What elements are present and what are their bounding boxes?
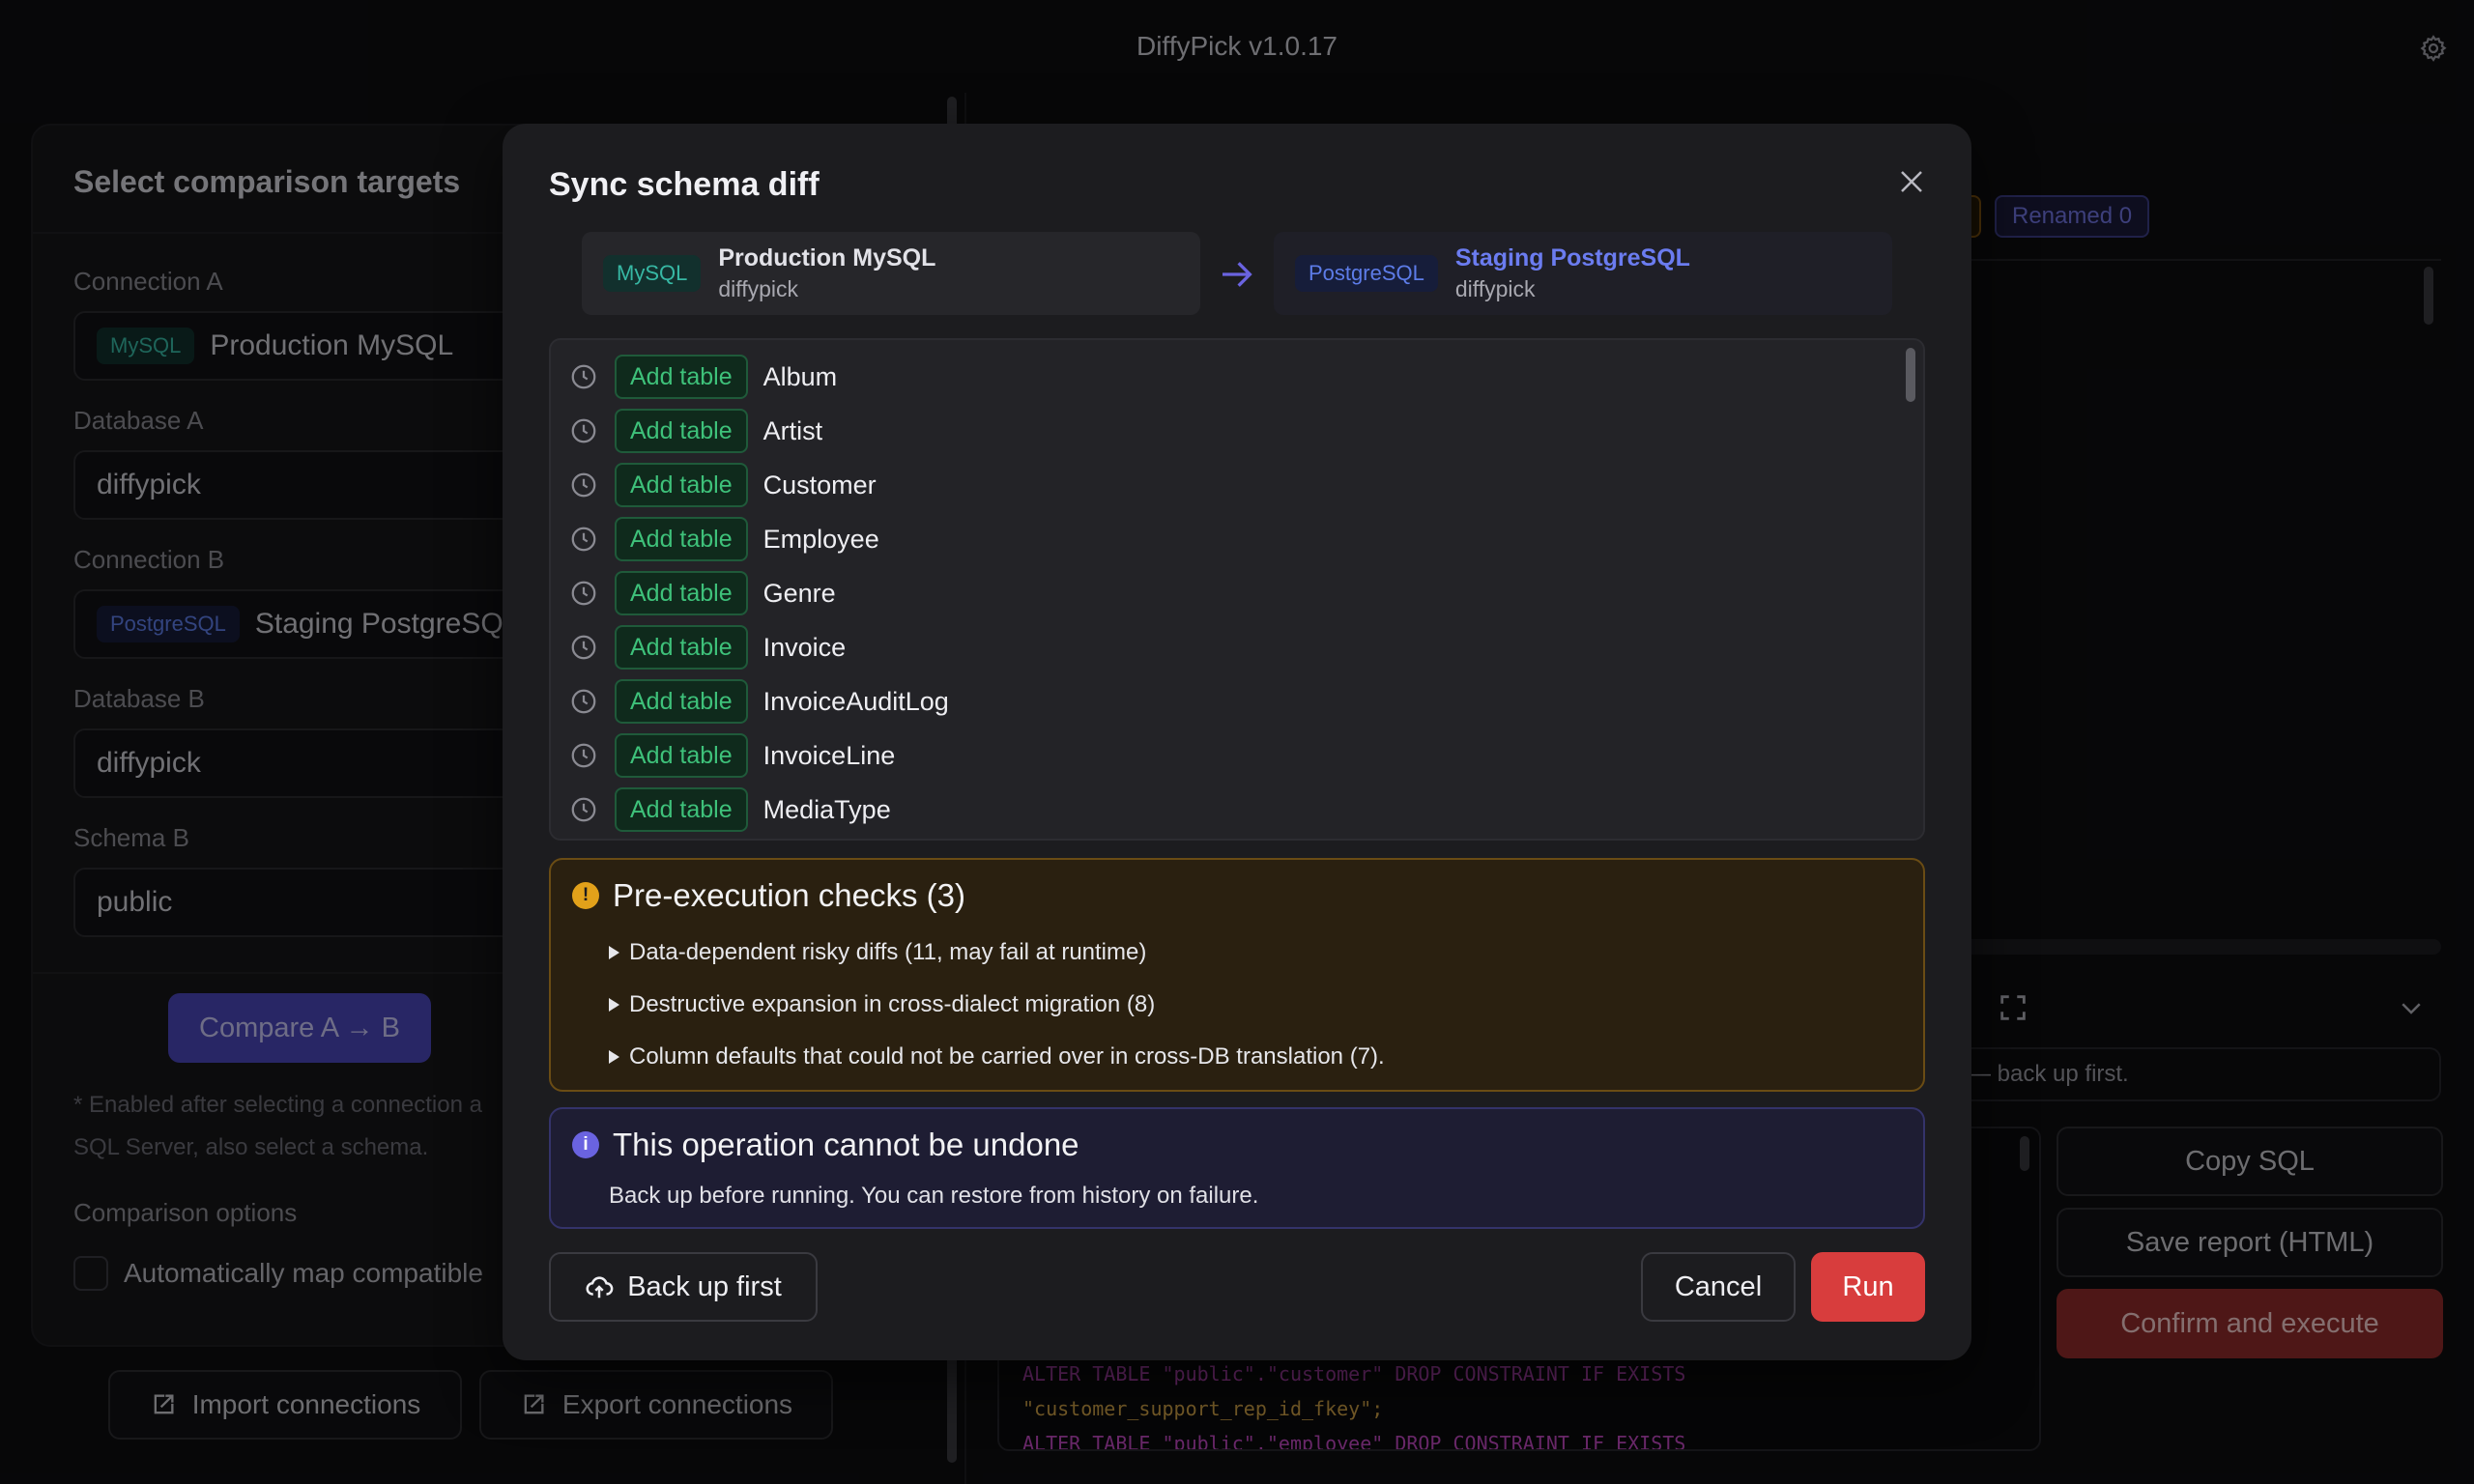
target-connection-card: PostgreSQL Staging PostgreSQL diffypick (1274, 232, 1892, 315)
run-button[interactable]: Run (1811, 1252, 1925, 1322)
info-icon: i (572, 1131, 599, 1158)
close-icon (1901, 171, 1922, 192)
diff-item[interactable]: Add table Artist (568, 406, 822, 456)
action-badge: Add table (615, 733, 748, 778)
action-badge: Add table (615, 517, 748, 561)
target-name: Staging PostgreSQL (1454, 244, 1690, 271)
checks-title: Pre-execution checks (3) (613, 877, 965, 913)
check-item[interactable]: Data-dependent risky diffs (11, may fail… (609, 939, 1146, 966)
warning-icon: ! (572, 882, 599, 909)
disclosure-triangle-icon (609, 998, 619, 1012)
diff-item[interactable]: Add table Invoice (568, 622, 846, 672)
clock-icon (568, 415, 599, 446)
table-name: Album (762, 361, 838, 391)
diff-item[interactable]: Add table InvoiceAuditLog (568, 676, 949, 727)
notice-header: i This operation cannot be undone (572, 1127, 1079, 1163)
checks-header: ! Pre-execution checks (3) (572, 877, 965, 914)
source-name: Production MySQL (718, 244, 936, 271)
action-badge: Add table (615, 679, 748, 724)
mysql-tag: MySQL (603, 255, 702, 292)
arrow-right-icon (1218, 255, 1256, 299)
clock-icon (568, 524, 599, 555)
diff-item[interactable]: Add table Album (568, 352, 837, 402)
check-item-label: Column defaults that could not be carrie… (629, 1043, 1385, 1070)
action-badge: Add table (615, 409, 748, 453)
pre-execution-checks: ! Pre-execution checks (3) Data-dependen… (549, 858, 1925, 1092)
clock-icon (568, 794, 599, 825)
close-button[interactable] (1892, 162, 1931, 201)
clock-icon (568, 470, 599, 500)
action-badge: Add table (615, 787, 748, 832)
source-connection-card: MySQL Production MySQL diffypick (582, 232, 1200, 315)
clock-icon (568, 686, 599, 717)
irreversible-notice: i This operation cannot be undone Back u… (549, 1107, 1925, 1229)
action-badge: Add table (615, 625, 748, 670)
table-name: InvoiceAuditLog (762, 686, 949, 716)
action-badge: Add table (615, 571, 748, 615)
table-name: Artist (762, 415, 823, 445)
clock-icon (568, 632, 599, 663)
diff-item[interactable]: Add table Employee (568, 514, 879, 564)
diff-item[interactable]: Add table Genre (568, 568, 836, 618)
check-item-label: Destructive expansion in cross-dialect m… (629, 991, 1156, 1017)
disclosure-triangle-icon (609, 1050, 619, 1064)
table-name: Employee (762, 524, 879, 554)
check-item[interactable]: Column defaults that could not be carrie… (609, 1043, 1385, 1070)
diff-list[interactable]: Add table Album Add table Artist Add table Cu… (549, 338, 1925, 841)
diff-item[interactable]: Add table MediaType (568, 785, 891, 835)
clock-icon (568, 578, 599, 609)
cloud-upload-icon (586, 1276, 614, 1298)
cancel-button[interactable]: Cancel (1641, 1252, 1796, 1322)
table-name: Invoice (762, 632, 847, 662)
action-badge: Add table (615, 463, 748, 507)
target-db: diffypick (1454, 276, 1536, 301)
source-db: diffypick (718, 276, 799, 301)
table-name: Genre (762, 578, 836, 608)
check-item-label: Data-dependent risky diffs (11, may fail… (629, 939, 1147, 965)
table-name: MediaType (762, 794, 891, 824)
postgresql-tag: PostgreSQL (1295, 255, 1438, 292)
clock-icon (568, 740, 599, 771)
action-badge: Add table (615, 355, 748, 399)
table-name: Customer (762, 470, 877, 499)
backup-first-button[interactable]: Back up first (549, 1252, 818, 1322)
diff-item[interactable]: Add table Customer (568, 460, 877, 510)
diff-item[interactable]: Add table InvoiceLine (568, 730, 895, 781)
check-item[interactable]: Destructive expansion in cross-dialect m… (609, 991, 1155, 1018)
dialog-title: Sync schema diff (549, 166, 820, 203)
disclosure-triangle-icon (609, 946, 619, 959)
table-name: InvoiceLine (762, 740, 896, 770)
sync-schema-dialog: Sync schema diff MySQL Production MySQL … (503, 124, 1971, 1360)
diff-list-scrollbar[interactable] (1906, 348, 1915, 402)
notice-text: Back up before running. You can restore … (609, 1183, 1259, 1209)
clock-icon (568, 361, 599, 392)
notice-title: This operation cannot be undone (613, 1127, 1079, 1162)
backup-label: Back up first (627, 1270, 782, 1302)
